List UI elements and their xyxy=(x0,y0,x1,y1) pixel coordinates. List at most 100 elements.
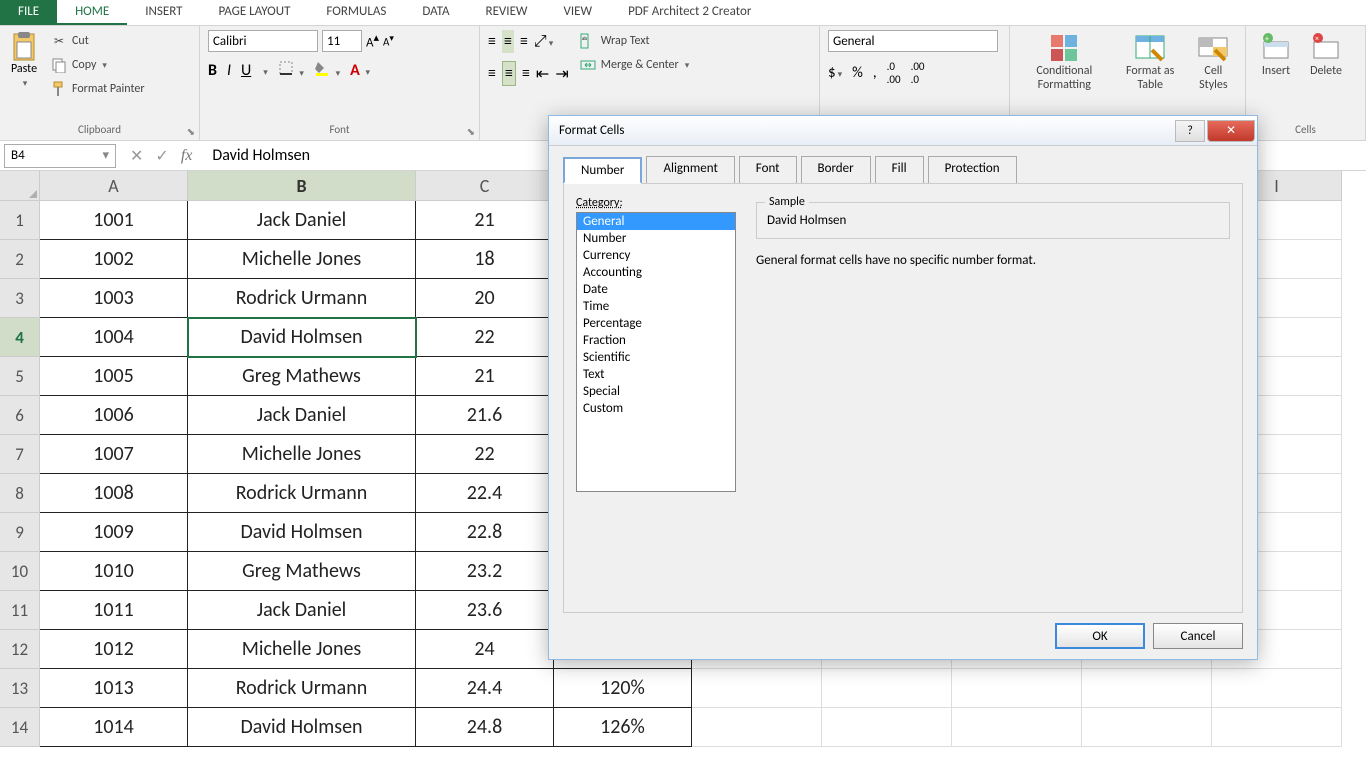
cell-empty[interactable] xyxy=(952,669,1082,708)
tab-review[interactable]: REVIEW xyxy=(468,0,546,25)
ok-button[interactable]: OK xyxy=(1055,623,1145,649)
row-header-11[interactable]: 11 xyxy=(0,591,40,630)
cell-D13[interactable]: 120% xyxy=(554,669,692,708)
accept-formula-icon[interactable]: ✓ xyxy=(155,146,168,166)
row-header-12[interactable]: 12 xyxy=(0,630,40,669)
category-currency[interactable]: Currency xyxy=(577,247,735,264)
insert-cells-button[interactable]: + Insert xyxy=(1254,30,1298,80)
row-header-3[interactable]: 3 xyxy=(0,279,40,318)
cell-empty[interactable] xyxy=(1212,708,1342,747)
font-name-input[interactable] xyxy=(208,30,318,52)
orientation-icon[interactable]: ⤢ xyxy=(534,32,553,51)
percent-format-icon[interactable]: % xyxy=(852,64,863,82)
category-list[interactable]: GeneralNumberCurrencyAccountingDateTimeP… xyxy=(576,212,736,492)
cell-B5[interactable]: Greg Mathews xyxy=(188,357,416,396)
underline-button[interactable]: U xyxy=(241,61,251,80)
decrease-decimal-icon[interactable]: .00.0 xyxy=(911,60,925,86)
cell-C4[interactable]: 22 xyxy=(416,318,554,357)
cell-empty[interactable] xyxy=(1082,708,1212,747)
cell-A6[interactable]: 1006 xyxy=(40,396,188,435)
tab-view[interactable]: VIEW xyxy=(546,0,611,25)
cell-C9[interactable]: 22.8 xyxy=(416,513,554,552)
increase-indent-icon[interactable]: ⇥ xyxy=(555,64,568,84)
tab-home[interactable]: HOME xyxy=(57,0,127,25)
cancel-button[interactable]: Cancel xyxy=(1153,623,1243,649)
cell-B4[interactable]: David Holmsen xyxy=(188,318,416,357)
close-button[interactable]: ✕ xyxy=(1207,120,1255,142)
cell-empty[interactable] xyxy=(692,669,822,708)
row-header-10[interactable]: 10 xyxy=(0,552,40,591)
help-button[interactable]: ? xyxy=(1175,120,1205,142)
paste-dropdown[interactable] xyxy=(21,76,28,90)
align-center-icon[interactable]: ≡ xyxy=(502,61,516,86)
cancel-formula-icon[interactable]: ✕ xyxy=(130,146,143,166)
delete-cells-button[interactable]: × Delete xyxy=(1304,30,1348,80)
cell-A10[interactable]: 1010 xyxy=(40,552,188,591)
cell-C8[interactable]: 22.4 xyxy=(416,474,554,513)
cell-C14[interactable]: 24.8 xyxy=(416,708,554,747)
category-custom[interactable]: Custom xyxy=(577,400,735,417)
copy-button[interactable]: Copy xyxy=(46,54,149,76)
align-left-icon[interactable]: ≡ xyxy=(488,64,496,83)
cell-C10[interactable]: 23.2 xyxy=(416,552,554,591)
align-middle-icon[interactable]: ≡ xyxy=(502,30,514,53)
cell-A8[interactable]: 1008 xyxy=(40,474,188,513)
align-top-icon[interactable]: ≡ xyxy=(488,32,496,51)
bold-button[interactable]: B xyxy=(208,61,217,80)
dialog-tab-font[interactable]: Font xyxy=(739,156,797,183)
border-button[interactable] xyxy=(278,60,304,81)
cell-empty[interactable] xyxy=(822,669,952,708)
dialog-tab-border[interactable]: Border xyxy=(801,156,871,183)
cell-A12[interactable]: 1012 xyxy=(40,630,188,669)
category-text[interactable]: Text xyxy=(577,366,735,383)
cell-B7[interactable]: Michelle Jones xyxy=(188,435,416,474)
category-date[interactable]: Date xyxy=(577,281,735,298)
dialog-tab-protection[interactable]: Protection xyxy=(928,156,1017,183)
cell-B6[interactable]: Jack Daniel xyxy=(188,396,416,435)
category-percentage[interactable]: Percentage xyxy=(577,315,735,332)
category-time[interactable]: Time xyxy=(577,298,735,315)
cell-A4[interactable]: 1004 xyxy=(40,318,188,357)
comma-format-icon[interactable]: , xyxy=(873,64,877,82)
row-header-6[interactable]: 6 xyxy=(0,396,40,435)
cell-C7[interactable]: 22 xyxy=(416,435,554,474)
row-header-5[interactable]: 5 xyxy=(0,357,40,396)
category-general[interactable]: General xyxy=(577,213,735,230)
cell-A3[interactable]: 1003 xyxy=(40,279,188,318)
cell-C6[interactable]: 21.6 xyxy=(416,396,554,435)
conditional-formatting-button[interactable]: Conditional Formatting xyxy=(1018,30,1111,94)
cell-A5[interactable]: 1005 xyxy=(40,357,188,396)
cell-empty[interactable] xyxy=(952,708,1082,747)
fill-color-button[interactable] xyxy=(314,60,340,81)
tab-data[interactable]: DATA xyxy=(404,0,467,25)
dialog-tab-number[interactable]: Number xyxy=(563,157,642,184)
tab-formulas[interactable]: FORMULAS xyxy=(308,0,404,25)
align-right-icon[interactable]: ≡ xyxy=(522,64,530,83)
category-fraction[interactable]: Fraction xyxy=(577,332,735,349)
cell-C2[interactable]: 18 xyxy=(416,240,554,279)
cell-D14[interactable]: 126% xyxy=(554,708,692,747)
tab-file[interactable]: FILE xyxy=(0,0,57,25)
cell-A2[interactable]: 1002 xyxy=(40,240,188,279)
category-number[interactable]: Number xyxy=(577,230,735,247)
row-header-2[interactable]: 2 xyxy=(0,240,40,279)
tab-page-layout[interactable]: PAGE LAYOUT xyxy=(201,0,309,25)
category-accounting[interactable]: Accounting xyxy=(577,264,735,281)
font-size-input[interactable] xyxy=(322,30,362,52)
row-header-7[interactable]: 7 xyxy=(0,435,40,474)
cell-B9[interactable]: David Holmsen xyxy=(188,513,416,552)
increase-decimal-icon[interactable]: .0.00 xyxy=(887,60,901,86)
cell-B3[interactable]: Rodrick Urmann xyxy=(188,279,416,318)
wrap-text-button[interactable]: ab Wrap Text xyxy=(575,30,694,52)
merge-center-button[interactable]: Merge & Center xyxy=(575,54,694,76)
cell-C11[interactable]: 23.6 xyxy=(416,591,554,630)
format-painter-button[interactable]: Format Painter xyxy=(46,78,149,100)
decrease-indent-icon[interactable]: ⇤ xyxy=(536,64,549,84)
col-header-b[interactable]: B xyxy=(188,171,416,201)
cell-empty[interactable] xyxy=(822,708,952,747)
cell-B2[interactable]: Michelle Jones xyxy=(188,240,416,279)
cell-A7[interactable]: 1007 xyxy=(40,435,188,474)
row-header-8[interactable]: 8 xyxy=(0,474,40,513)
cell-empty[interactable] xyxy=(692,708,822,747)
cell-empty[interactable] xyxy=(1082,669,1212,708)
